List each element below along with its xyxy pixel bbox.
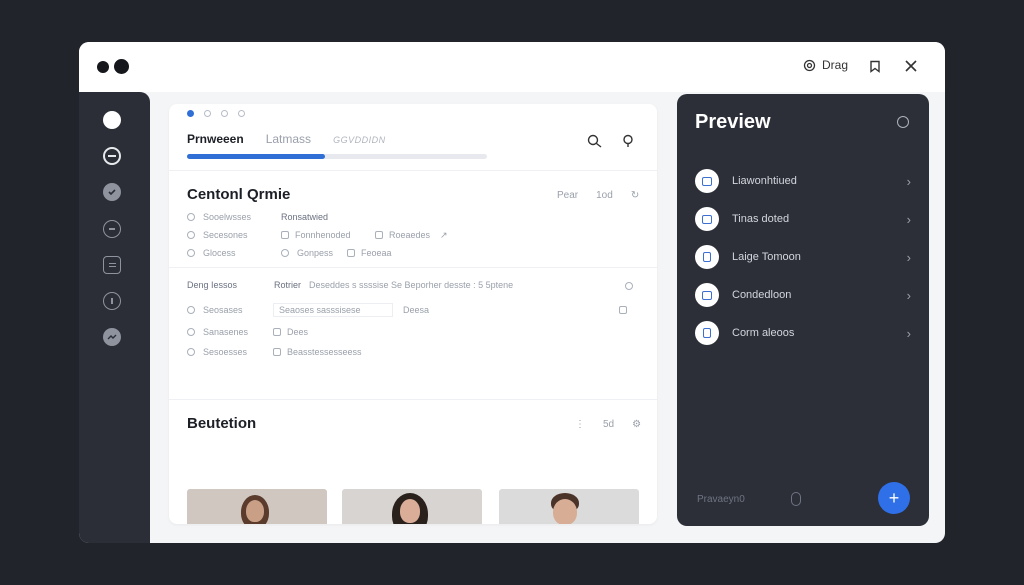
list-item[interactable]: Seosases Seaoses sasssisese Deesa bbox=[187, 303, 633, 317]
checkbox-icon[interactable] bbox=[347, 249, 355, 257]
radio-icon bbox=[187, 328, 195, 336]
list-item[interactable]: Sesoesses Beasstessesseess bbox=[187, 346, 362, 358]
section-tools: ⋮ 5d ⚙ bbox=[575, 419, 641, 430]
chevron-right-icon: › bbox=[906, 173, 911, 189]
checkbox-icon[interactable] bbox=[375, 231, 383, 239]
add-button[interactable]: + bbox=[878, 482, 910, 514]
window-dot-2[interactable] bbox=[114, 59, 129, 74]
preview-item[interactable]: Laige Tomoon › bbox=[695, 245, 911, 269]
preview-item[interactable]: Condedloon › bbox=[695, 283, 911, 307]
file-icon bbox=[695, 245, 719, 269]
section-title: Beutetion bbox=[187, 415, 257, 432]
person-photo[interactable] bbox=[187, 489, 327, 524]
tab-primary[interactable]: Prnweeen bbox=[187, 132, 244, 146]
list-item[interactable]: Secesones Fonnhenoded Roeaedes ↗ bbox=[187, 229, 448, 241]
radio-icon bbox=[187, 348, 195, 356]
value-field[interactable]: Seaoses sasssisese bbox=[273, 303, 393, 317]
chat-icon[interactable] bbox=[103, 220, 121, 238]
person-face bbox=[553, 499, 577, 524]
arrow-icon: ↗ bbox=[440, 229, 448, 240]
chevron-right-icon: › bbox=[906, 211, 911, 227]
settings-icon[interactable] bbox=[625, 280, 633, 292]
preview-item[interactable]: Corm aleoos › bbox=[695, 321, 911, 345]
checkbox-icon[interactable] bbox=[281, 231, 289, 239]
minus-circle-icon[interactable] bbox=[103, 147, 121, 165]
settings-icon[interactable] bbox=[897, 116, 909, 128]
section-tool[interactable]: 5d bbox=[603, 419, 614, 430]
search-icon[interactable] bbox=[587, 134, 603, 148]
checkbox-icon[interactable] bbox=[619, 306, 627, 314]
chevron-right-icon: › bbox=[906, 287, 911, 303]
panel-dot[interactable] bbox=[204, 110, 211, 117]
section-tools: Pear 1od ↻ bbox=[557, 190, 639, 201]
progress-bar bbox=[187, 154, 487, 159]
chevron-right-icon: › bbox=[906, 249, 911, 265]
progress-fill bbox=[187, 154, 325, 159]
more-icon[interactable]: ⋮ bbox=[575, 419, 585, 430]
chevron-right-icon: › bbox=[906, 325, 911, 341]
tab-tertiary[interactable]: GGVDDIDN bbox=[333, 135, 386, 145]
drag-label: Drag bbox=[822, 58, 849, 72]
tab-secondary[interactable]: Latmass bbox=[266, 132, 311, 146]
header-icons bbox=[587, 134, 635, 148]
close-icon[interactable] bbox=[901, 56, 921, 76]
document-icon bbox=[695, 169, 719, 193]
divider bbox=[169, 267, 657, 268]
check-circle-icon[interactable] bbox=[103, 183, 121, 201]
section-tool[interactable]: Pear bbox=[557, 190, 578, 201]
section-tool[interactable]: 1od bbox=[596, 190, 613, 201]
list-item[interactable]: Glocess Gonpess Feoeaa bbox=[187, 247, 392, 259]
divider bbox=[169, 399, 657, 400]
person-face bbox=[400, 499, 420, 523]
main-panel: Prnweeen Latmass GGVDDIDN Centonl Qrmie … bbox=[169, 104, 657, 524]
radio-icon bbox=[187, 306, 195, 314]
radio-icon bbox=[187, 249, 195, 257]
window-icon bbox=[695, 207, 719, 231]
title-bar: Drag bbox=[79, 42, 945, 92]
plus-icon: + bbox=[888, 487, 900, 508]
bookmark-icon[interactable] bbox=[865, 56, 885, 76]
settings-icon[interactable]: ⚙ bbox=[632, 419, 641, 430]
radio-icon bbox=[187, 231, 195, 239]
checkbox-icon[interactable] bbox=[273, 328, 281, 336]
divider bbox=[169, 170, 657, 171]
home-icon[interactable] bbox=[103, 111, 121, 129]
checkbox-icon[interactable] bbox=[273, 348, 281, 356]
pin-icon[interactable] bbox=[621, 134, 635, 148]
panel-dot[interactable] bbox=[221, 110, 228, 117]
section-subtitle: Deng Iessos bbox=[187, 280, 238, 290]
person-photo[interactable] bbox=[499, 489, 639, 524]
sidebar bbox=[79, 92, 150, 543]
square-icon bbox=[695, 321, 719, 345]
document-icon[interactable] bbox=[103, 256, 121, 274]
preview-panel: Preview Liawonhtiued › Tinas doted › Lai… bbox=[677, 94, 929, 526]
section-title: Centonl Qrmie bbox=[187, 186, 291, 203]
microphone-icon[interactable] bbox=[791, 492, 801, 506]
person-face bbox=[246, 500, 264, 522]
panel-dot[interactable] bbox=[238, 110, 245, 117]
list-item[interactable]: Sooelwsses Ronsatwied bbox=[187, 211, 328, 223]
radio-icon[interactable] bbox=[281, 249, 289, 257]
radio-icon bbox=[187, 213, 195, 221]
drag-icon bbox=[803, 59, 816, 71]
person-photo[interactable] bbox=[342, 489, 482, 524]
preview-item[interactable]: Tinas doted › bbox=[695, 207, 911, 231]
drag-handle[interactable]: Drag bbox=[803, 58, 848, 72]
cloud-icon[interactable] bbox=[103, 328, 121, 346]
list-item[interactable]: Sanasenes Dees bbox=[187, 326, 308, 338]
rotate-icon[interactable]: ↻ bbox=[631, 190, 639, 201]
tab-bar: Prnweeen Latmass GGVDDIDN bbox=[187, 132, 386, 146]
section-header-row: Deng Iessos Rotrier Deseddes s ssssise S… bbox=[187, 280, 514, 290]
window-dot-1[interactable] bbox=[97, 61, 109, 73]
panel-dot-active[interactable] bbox=[187, 110, 194, 117]
document-icon bbox=[695, 283, 719, 307]
preview-footer: Pravaeyn0 bbox=[697, 494, 745, 505]
info-icon[interactable] bbox=[103, 292, 121, 310]
panel-dots bbox=[187, 110, 245, 117]
preview-title: Preview bbox=[695, 111, 771, 133]
preview-item[interactable]: Liawonhtiued › bbox=[695, 169, 911, 193]
